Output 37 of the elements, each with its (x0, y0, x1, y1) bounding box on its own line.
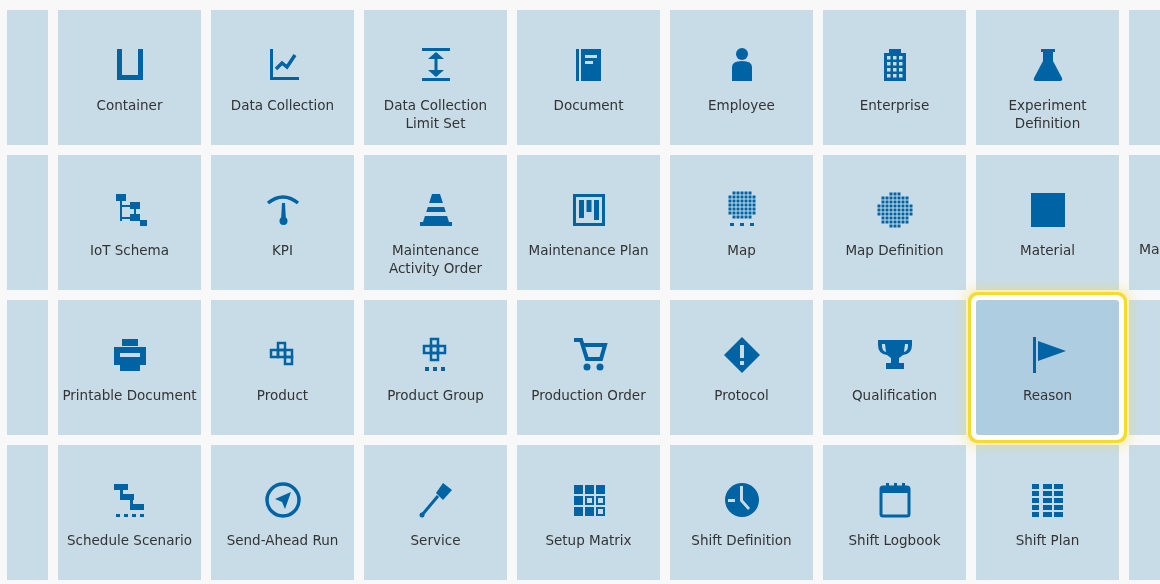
entity-tile[interactable]: Data Collection Limit Set (364, 10, 507, 145)
entity-tile[interactable]: Schedule Scenario (58, 445, 201, 580)
entity-tile[interactable]: Protocol (670, 300, 813, 435)
tile[interactable] (1129, 10, 1160, 145)
entity-tile[interactable]: Employee (670, 10, 813, 145)
entity-tile[interactable]: Shift Logbook (823, 445, 966, 580)
entity-tile[interactable]: KPI (211, 155, 354, 290)
entity-tile[interactable]: Product Group (364, 300, 507, 435)
tile[interactable] (1129, 300, 1160, 435)
entity-tile[interactable]: Service (364, 445, 507, 580)
entity-tile[interactable]: Setup Matrix (517, 445, 660, 580)
entity-tile[interactable]: Maintenance Activity Order (364, 155, 507, 290)
entity-tile[interactable]: Qualification (823, 300, 966, 435)
entity-tile[interactable]: Send-Ahead Run (211, 445, 354, 580)
entity-tile[interactable]: Data Collection (211, 10, 354, 145)
entity-tile[interactable]: Shift Definition (670, 445, 813, 580)
entity-tile[interactable]: Printable Document (58, 300, 201, 435)
entity-tile[interactable]: Experiment Definition (976, 10, 1119, 145)
entity-tile[interactable]: Enterprise (823, 10, 966, 145)
entity-tile[interactable]: Container (58, 10, 201, 145)
entity-tile[interactable]: Production Order (517, 300, 660, 435)
tile[interactable]: Ma (1129, 155, 1160, 290)
tile[interactable] (1129, 445, 1160, 580)
compass-icon (262, 480, 303, 520)
entity-tile[interactable]: IoT Schema (58, 155, 201, 290)
entity-tile[interactable]: Product (211, 300, 354, 435)
tile[interactable] (7, 445, 48, 580)
tile[interactable] (7, 300, 48, 435)
tile-label: Ma (1139, 240, 1160, 258)
entity-tile[interactable]: Shift Plan (976, 445, 1119, 580)
entity-tile[interactable]: Document (517, 10, 660, 145)
entity-tile[interactable]: Maintenance Plan (517, 155, 660, 290)
entity-tile[interactable]: Map (670, 155, 813, 290)
tile[interactable] (7, 10, 48, 145)
tile[interactable] (7, 155, 48, 290)
entity-tile[interactable]: Map Definition (823, 155, 966, 290)
entity-tile[interactable]: Material (976, 155, 1119, 290)
